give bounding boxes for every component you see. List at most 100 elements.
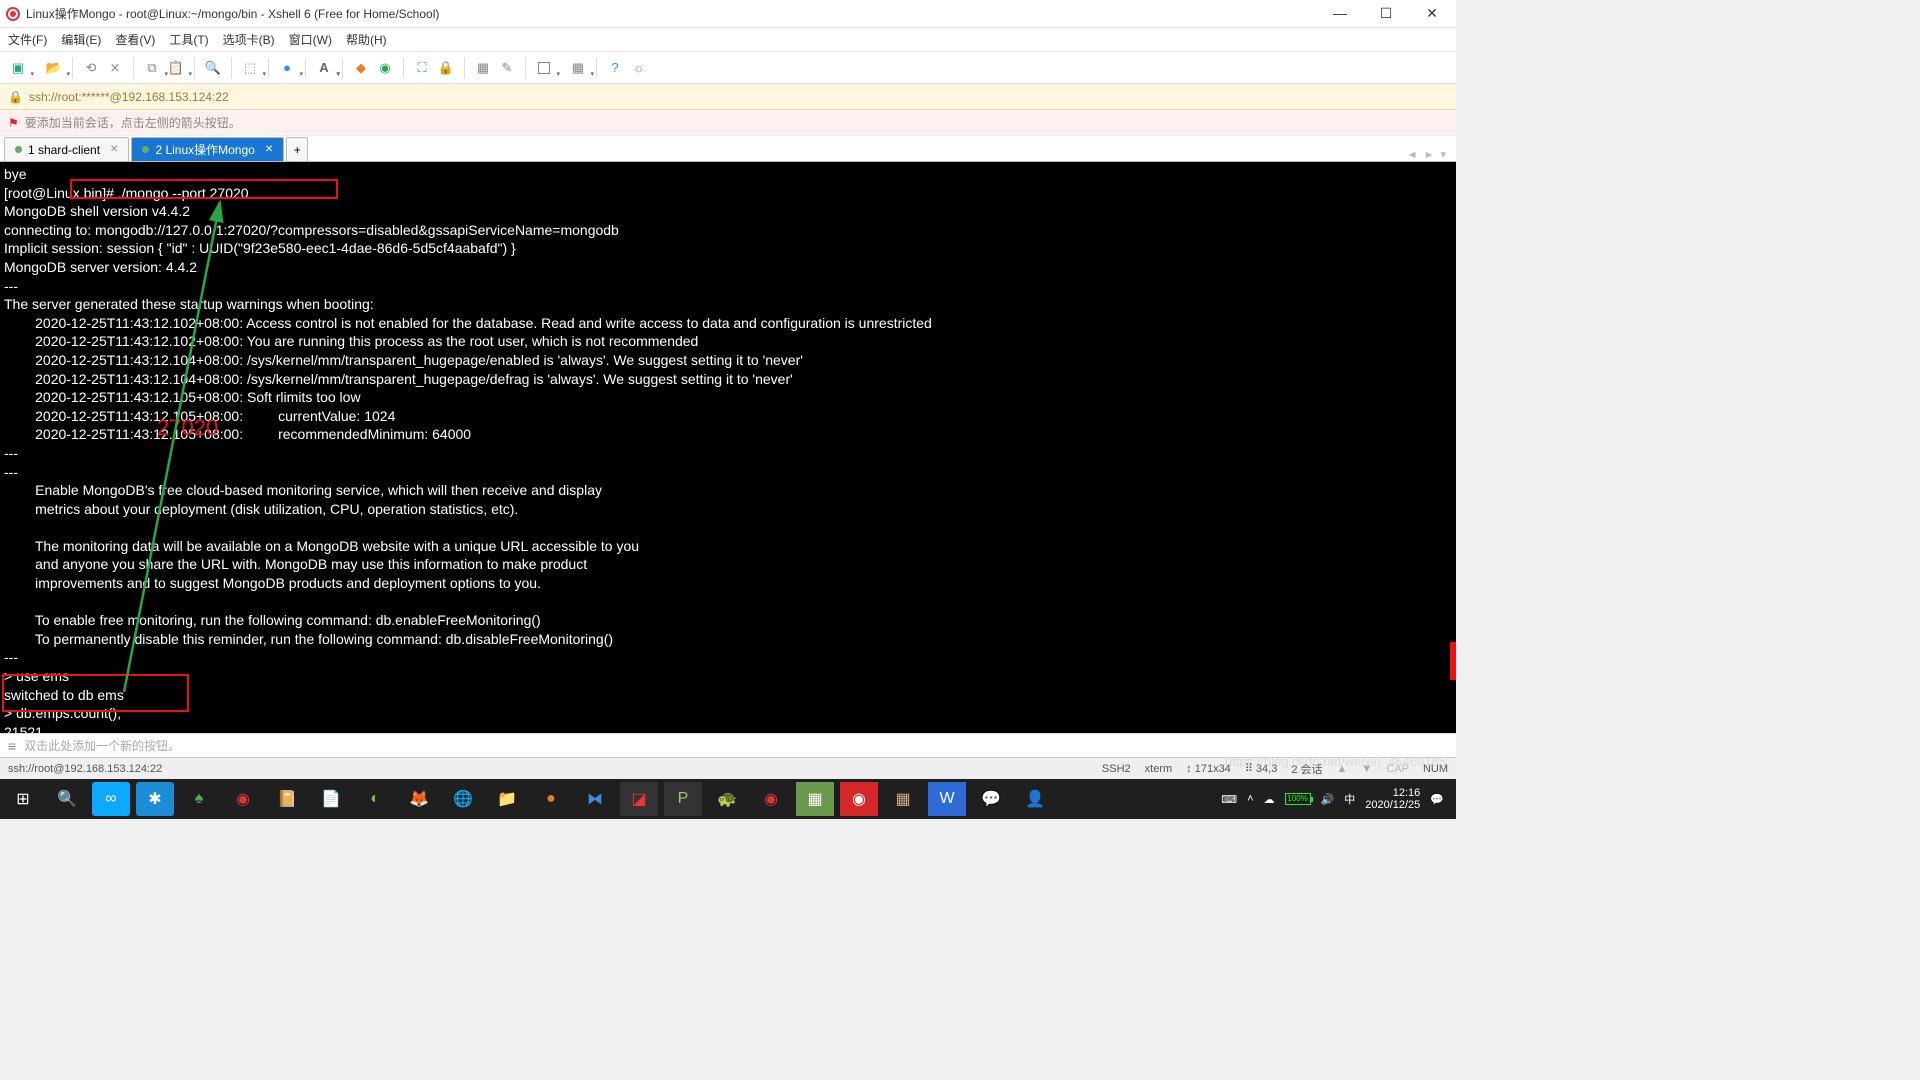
taskbar-firefox[interactable]: 🦊 <box>400 782 438 816</box>
taskbar-explorer[interactable]: 📁 <box>488 782 526 816</box>
taskbar-app-12[interactable]: ◉ <box>840 782 878 816</box>
taskbar-chrome[interactable]: 🌐 <box>444 782 482 816</box>
quick-command-bar[interactable]: ≡ 双击此处添加一个新的按钮。 <box>0 733 1456 757</box>
taskbar-app-5[interactable]: 📔 <box>268 782 306 816</box>
menu-icon[interactable]: ≡ <box>8 738 16 754</box>
hint-text: 要添加当前会话，点击左侧的箭头按钮。 <box>25 114 241 131</box>
status-cursor-pos: ⠿ 34,3 <box>1245 762 1278 775</box>
taskbar-app-9[interactable]: ◪ <box>620 782 658 816</box>
close-button[interactable]: ✕ <box>1418 5 1446 22</box>
copy-button[interactable]: ⧉ <box>142 58 162 78</box>
titlebar: Linux操作Mongo - root@Linux:~/mongo/bin - … <box>0 0 1456 28</box>
taskbar-app-8[interactable]: ● <box>532 782 570 816</box>
tray-clock[interactable]: 12:16 2020/12/25 <box>1365 787 1420 811</box>
status-connection: ssh://root@192.168.153.124:22 <box>8 763 162 775</box>
quick-command-hint: 双击此处添加一个新的按钮。 <box>24 737 180 754</box>
status-sessions: 2 会话 <box>1291 761 1322 777</box>
tab-bar: 1 shard-client ✕ 2 Linux操作Mongo ✕ + ◄ ► … <box>0 136 1456 162</box>
tab-prev-icon[interactable]: ◄ <box>1407 149 1418 161</box>
lock-button[interactable]: 🔒 <box>436 58 456 78</box>
help-button[interactable]: ? <box>605 58 625 78</box>
tab-label: 1 shard-client <box>28 143 100 157</box>
about-button[interactable]: ☼ <box>629 58 649 78</box>
tab-list-icon[interactable]: ▾ <box>1440 148 1446 161</box>
tab-close-icon[interactable]: ✕ <box>265 144 273 155</box>
color-button[interactable]: ● <box>277 58 297 78</box>
tray-keyboard-icon[interactable]: ⌨ <box>1221 793 1237 806</box>
hint-bar: ⚑ 要添加当前会话，点击左侧的箭头按钮。 <box>0 110 1456 136</box>
status-bar: ssh://root@192.168.153.124:22 SSH2 xterm… <box>0 757 1456 779</box>
disconnect-button[interactable]: ⨯ <box>105 58 125 78</box>
status-dot-icon <box>15 146 22 153</box>
scrollbar-marker <box>1450 642 1456 680</box>
taskbar-app-14[interactable]: 👤 <box>1016 782 1054 816</box>
reconnect-button[interactable]: ⟲ <box>81 58 101 78</box>
tab-shard-client[interactable]: 1 shard-client ✕ <box>4 137 129 161</box>
tab-linux-mongo[interactable]: 2 Linux操作Mongo ✕ <box>131 137 284 161</box>
lock-icon: 🔒 <box>8 90 23 104</box>
status-termtype: xterm <box>1145 763 1173 775</box>
taskbar-wechat[interactable]: 💬 <box>972 782 1010 816</box>
search-button[interactable]: 🔍 <box>48 782 86 816</box>
window-title: Linux操作Mongo - root@Linux:~/mongo/bin - … <box>26 5 1326 22</box>
status-dot-icon <box>142 146 149 153</box>
toolbar: ▣ 📂 ⟲ ⨯ ⧉ 📋 🔍 ⬚ ● A ◆ ◉ ⛶ 🔒 ▦ ✎ ▦ ? ☼ <box>0 52 1456 84</box>
menu-tabs[interactable]: 选项卡(B) <box>223 31 275 48</box>
tray-cloud-icon[interactable]: ☁ <box>1264 793 1275 806</box>
taskbar-pycharm[interactable]: P <box>664 782 702 816</box>
status-protocol: SSH2 <box>1102 763 1131 775</box>
tab-add-button[interactable]: + <box>286 137 308 161</box>
calc-button[interactable]: ▦ <box>473 58 493 78</box>
tab-label: 2 Linux操作Mongo <box>155 141 254 158</box>
taskbar-app-3[interactable]: ♠ <box>180 782 218 816</box>
tray-battery[interactable]: 100% <box>1285 793 1311 805</box>
search-button[interactable]: 🔍 <box>203 58 223 78</box>
maximize-button[interactable]: ☐ <box>1372 5 1400 22</box>
font-button[interactable]: A <box>314 58 334 78</box>
menu-help[interactable]: 帮助(H) <box>346 31 387 48</box>
xagent-button[interactable]: ◆ <box>351 58 371 78</box>
address-text: ssh://root:******@192.168.153.124:22 <box>29 90 229 104</box>
fullscreen-button[interactable]: ⛶ <box>412 58 432 78</box>
menu-window[interactable]: 窗口(W) <box>289 31 332 48</box>
status-nav-down-icon[interactable]: ▼ <box>1361 763 1372 775</box>
paste-button[interactable]: 📋 <box>166 58 186 78</box>
menu-edit[interactable]: 编辑(E) <box>61 31 101 48</box>
menu-file[interactable]: 文件(F) <box>8 31 47 48</box>
taskbar-app-11[interactable]: ▦ <box>796 782 834 816</box>
taskbar-app-6[interactable]: 📄 <box>312 782 350 816</box>
sessions-button[interactable]: ⬚ <box>240 58 260 78</box>
tab-close-icon[interactable]: ✕ <box>110 144 118 155</box>
new-session-button[interactable]: ▣ <box>8 58 28 78</box>
menu-tools[interactable]: 工具(T) <box>169 31 208 48</box>
taskbar-vscode[interactable]: ⧓ <box>576 782 614 816</box>
xftp-button[interactable]: ◉ <box>375 58 395 78</box>
menu-view[interactable]: 查看(V) <box>115 31 155 48</box>
menubar: 文件(F) 编辑(E) 查看(V) 工具(T) 选项卡(B) 窗口(W) 帮助(… <box>0 28 1456 52</box>
minimize-button[interactable]: — <box>1326 5 1354 22</box>
taskbar-app-10[interactable]: 🐢 <box>708 782 746 816</box>
taskbar-xshell[interactable]: ◉ <box>752 782 790 816</box>
taskbar-wps[interactable]: W <box>928 782 966 816</box>
taskbar-app-1[interactable]: ∞ <box>92 782 130 816</box>
tab-next-icon[interactable]: ► <box>1424 149 1435 161</box>
highlight-button[interactable]: ✎ <box>497 58 517 78</box>
open-button[interactable]: 📂 <box>44 58 64 78</box>
taskbar-app-2[interactable]: ✱ <box>136 782 174 816</box>
status-nav-up-icon[interactable]: ▲ <box>1337 763 1348 775</box>
taskbar-app-4[interactable]: ◉ <box>224 782 262 816</box>
terminal[interactable]: bye [root@Linux bin]# ./mongo --port 270… <box>0 162 1456 733</box>
grid-button[interactable]: ▦ <box>568 58 588 78</box>
tray-expand-icon[interactable]: ˄ <box>1247 793 1253 805</box>
taskbar-app-13[interactable]: ▦ <box>884 782 922 816</box>
tray-ime-icon[interactable]: 中 <box>1344 791 1355 807</box>
address-bar[interactable]: 🔒 ssh://root:******@192.168.153.124:22 <box>0 84 1456 110</box>
layout-button[interactable] <box>534 58 554 78</box>
tray-volume-icon[interactable]: 🔊 <box>1321 793 1335 806</box>
taskbar-app-7[interactable]: ◐ <box>356 782 394 816</box>
start-button[interactable]: ⊞ <box>4 782 42 816</box>
tray-date: 2020/12/25 <box>1365 799 1420 811</box>
tab-nav: ◄ ► ▾ <box>1407 148 1452 161</box>
tray-time: 12:16 <box>1365 787 1420 799</box>
tray-notifications-icon[interactable]: 💬 <box>1430 793 1444 806</box>
